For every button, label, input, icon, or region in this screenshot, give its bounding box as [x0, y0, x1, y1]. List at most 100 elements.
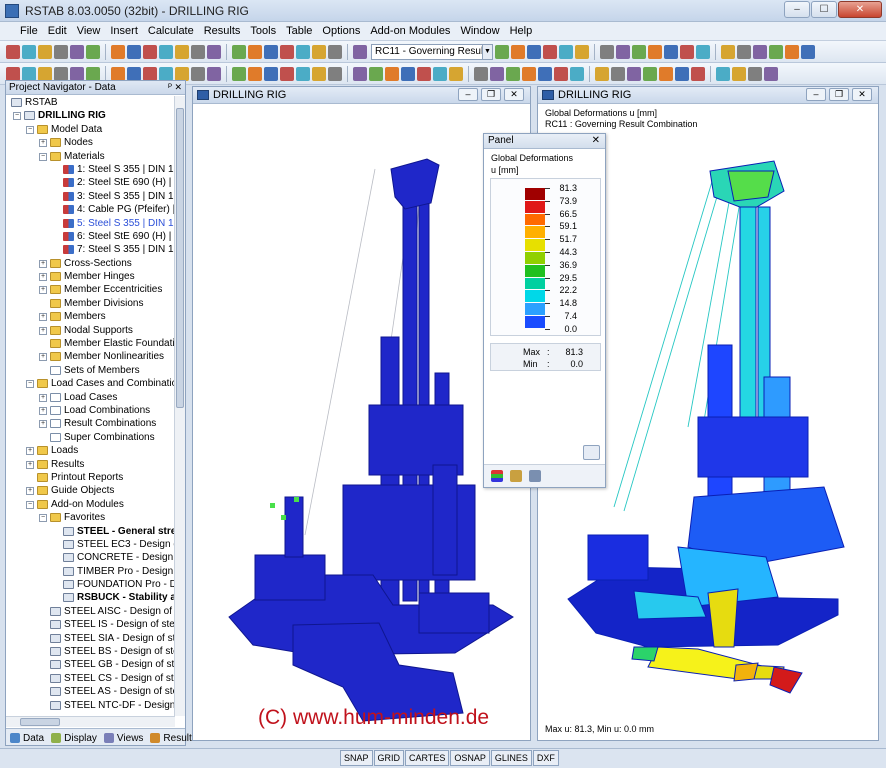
tree-node[interactable]: + Load Cases — [6, 391, 175, 404]
tree-node[interactable]: STEEL IS - Design of steel — [6, 618, 175, 631]
toolbar-button-icon[interactable] — [748, 66, 762, 81]
tree-node[interactable]: 1: Steel S 355 | DIN 188 — [6, 163, 175, 176]
toolbar-button-icon[interactable] — [191, 66, 205, 81]
toolbar-button-icon[interactable] — [248, 66, 262, 81]
tree-node[interactable]: RSBUCK - Stability an — [6, 591, 175, 604]
tab-display[interactable]: Display — [47, 729, 100, 745]
toolbar-button-icon[interactable] — [680, 44, 694, 59]
menu-view[interactable]: View — [72, 22, 106, 40]
toolbar-button-icon[interactable] — [111, 44, 125, 59]
toolbar-button-icon[interactable] — [369, 66, 383, 81]
toolbar-button-icon[interactable] — [543, 44, 557, 59]
toolbar-button-icon[interactable] — [353, 44, 367, 59]
toolbar-button-icon[interactable] — [353, 66, 367, 81]
edit-icon[interactable] — [529, 470, 541, 482]
toolbar-button-icon[interactable] — [111, 66, 125, 81]
toolbar-button-icon[interactable] — [511, 44, 525, 59]
chevron-down-icon[interactable]: ▼ — [483, 43, 493, 60]
toolbar-button-icon[interactable] — [127, 44, 141, 59]
menu-file[interactable]: File — [15, 22, 43, 40]
expand-icon[interactable]: + — [39, 420, 47, 429]
expand-icon[interactable]: + — [39, 286, 47, 295]
menu-options[interactable]: Options — [317, 22, 365, 40]
view-close-button[interactable]: ✕ — [504, 88, 524, 101]
expand-icon[interactable]: + — [39, 313, 47, 322]
toolbar-button-icon[interactable] — [417, 66, 431, 81]
tree-node[interactable]: Member Elastic Foundatio — [6, 337, 175, 350]
tree-node[interactable]: STEEL NTC-DF - Design o — [6, 699, 175, 712]
toolbar-button-icon[interactable] — [490, 66, 504, 81]
tree-node[interactable]: − Load Cases and Combination — [6, 377, 175, 390]
toolbar-button-icon[interactable] — [570, 66, 584, 81]
toolbar-button-icon[interactable] — [6, 66, 20, 81]
toolbar-button-icon[interactable] — [559, 44, 573, 59]
toolbar-button-icon[interactable] — [753, 44, 767, 59]
minimize-button[interactable]: – — [784, 1, 810, 18]
drilling-rig-model-undeformed[interactable] — [193, 105, 530, 741]
toolbar-button-icon[interactable] — [732, 66, 746, 81]
tree-node[interactable]: 6: Steel StE 690 (H) | D — [6, 230, 175, 243]
toolbar-button-icon[interactable] — [664, 44, 678, 59]
toolbar-button-icon[interactable] — [54, 44, 68, 59]
tree-node[interactable]: + Results — [6, 458, 175, 471]
toolbar-button-icon[interactable] — [801, 44, 815, 59]
tree-node[interactable]: STEEL SIA - Design of stee — [6, 632, 175, 645]
toolbar-button-icon[interactable] — [312, 44, 326, 59]
toolbar-button-icon[interactable] — [600, 44, 614, 59]
tree-node[interactable]: STEEL AISC - Design of st — [6, 605, 175, 618]
toolbar-button-icon[interactable] — [54, 66, 68, 81]
tree-node[interactable]: STEEL BS - Design of steel — [6, 645, 175, 658]
tree-node[interactable]: + Cross-Sections — [6, 257, 175, 270]
toolbar-button-icon[interactable] — [296, 44, 310, 59]
tab-data[interactable]: Data — [6, 729, 47, 745]
toolbar-button-icon[interactable] — [38, 66, 52, 81]
toolbar-button-icon[interactable] — [264, 44, 278, 59]
toolbar-button-icon[interactable] — [691, 66, 705, 81]
expand-icon[interactable]: + — [39, 273, 47, 282]
expand-icon[interactable]: + — [39, 393, 47, 402]
panel-settings-button[interactable] — [583, 445, 600, 460]
scroll-thumb[interactable] — [20, 718, 60, 726]
glines-toggle[interactable]: GLINES — [490, 750, 532, 766]
toolbar-button-icon[interactable] — [433, 66, 447, 81]
toolbar-button-icon[interactable] — [474, 66, 488, 81]
toolbar-button-icon[interactable] — [207, 66, 221, 81]
toolbar-button-icon[interactable] — [648, 44, 662, 59]
results-panel[interactable]: Panel ✕ Global Deformations u [mm] 81.3 7… — [483, 133, 606, 488]
toolbar-button-icon[interactable] — [143, 44, 157, 59]
tree-node[interactable]: − Model Data — [6, 123, 175, 136]
toolbar-button-icon[interactable] — [175, 44, 189, 59]
tab-views[interactable]: Views — [100, 729, 147, 745]
toolbar-button-icon[interactable] — [159, 44, 173, 59]
cartes-toggle[interactable]: CARTES — [405, 750, 450, 766]
filter-icon[interactable] — [510, 470, 522, 482]
toolbar-button-icon[interactable] — [38, 44, 52, 59]
toolbar-button-icon[interactable] — [696, 44, 710, 59]
menu-help[interactable]: Help — [505, 22, 538, 40]
tree-node[interactable]: − Favorites — [6, 511, 175, 524]
tree-node[interactable]: STEEL CS - Design of stee — [6, 672, 175, 685]
collapse-icon[interactable]: − — [39, 514, 47, 523]
toolbar-button-icon[interactable] — [675, 66, 689, 81]
tree-node[interactable]: STEEL AS - Design of stee — [6, 685, 175, 698]
tree-node[interactable]: Super Combinations — [6, 431, 175, 444]
osnap-toggle[interactable]: OSNAP — [450, 750, 490, 766]
menu-table[interactable]: Table — [281, 22, 317, 40]
toolbar-button-icon[interactable] — [449, 66, 463, 81]
tree-node[interactable]: + Loads — [6, 444, 175, 457]
toolbar-button-icon[interactable] — [328, 44, 342, 59]
toolbar-button-icon[interactable] — [764, 66, 778, 81]
toolbar-button-icon[interactable] — [506, 66, 520, 81]
tree-node[interactable]: + Load Combinations — [6, 404, 175, 417]
maximize-button[interactable]: ☐ — [811, 1, 837, 18]
toolbar-button-icon[interactable] — [70, 44, 84, 59]
tree-node[interactable]: − Materials — [6, 150, 175, 163]
toolbar-button-icon[interactable] — [86, 44, 100, 59]
toolbar-button-icon[interactable] — [385, 66, 399, 81]
tree-node[interactable]: STEEL GB - Design of stee — [6, 658, 175, 671]
panel-close-button[interactable]: ✕ — [592, 134, 600, 148]
view-minimize-button[interactable]: – — [458, 88, 478, 101]
toolbar-button-icon[interactable] — [264, 66, 278, 81]
toolbar-button-icon[interactable] — [616, 44, 630, 59]
toolbar-button-icon[interactable] — [86, 66, 100, 81]
